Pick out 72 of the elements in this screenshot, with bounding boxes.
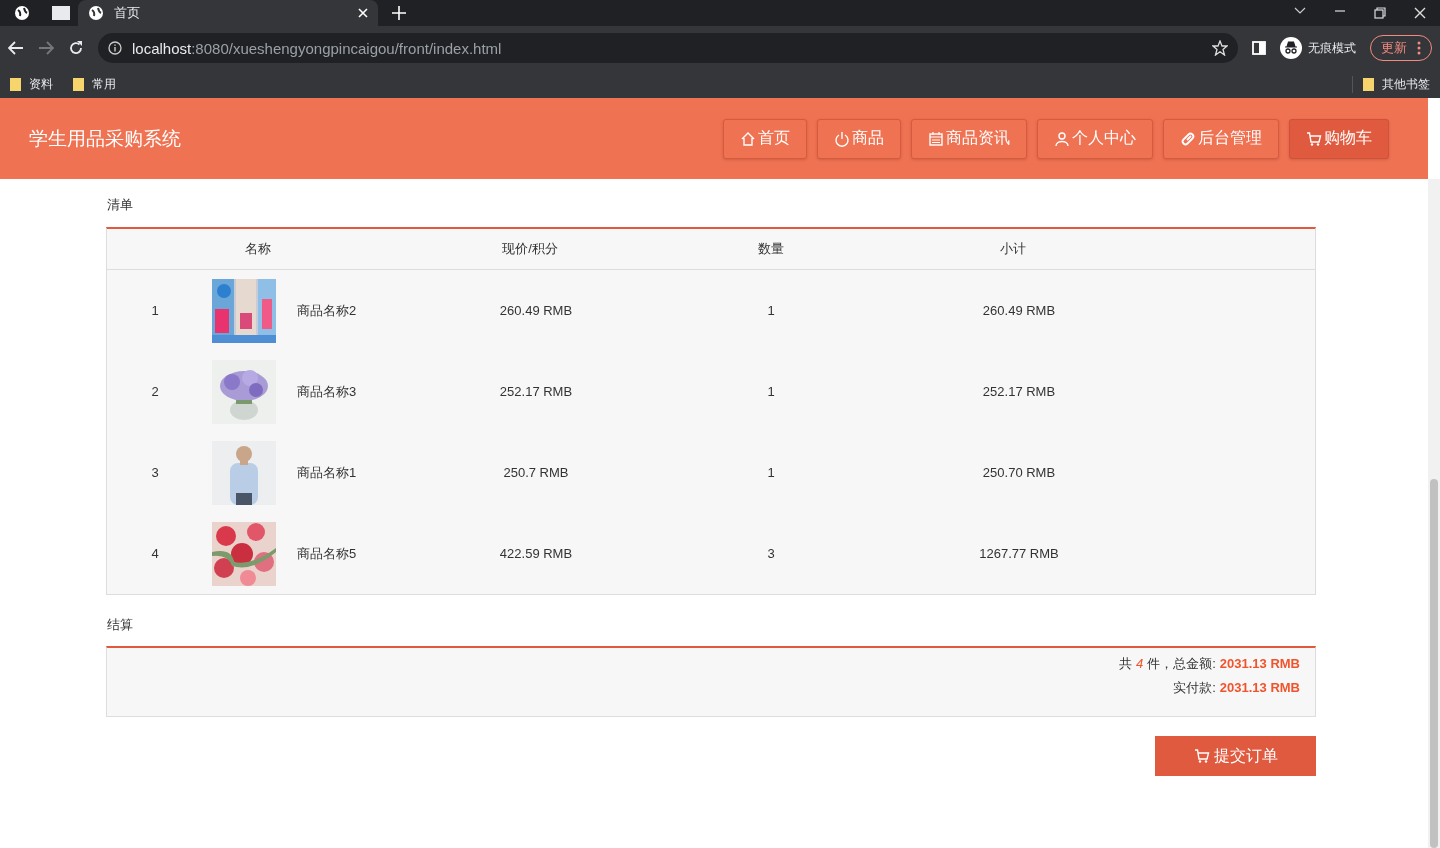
address-bar[interactable]: localhost:8080/xueshengyongpincaigou/front/index.html <box>98 33 1238 63</box>
folder-icon <box>73 77 84 91</box>
info-icon <box>108 41 122 55</box>
table-cell: 1 <box>151 303 159 318</box>
product-name: 商品名称1 <box>297 463 357 482</box>
table-cell: 250.70 RMB <box>982 465 1056 480</box>
table-cell: 1 <box>767 384 775 399</box>
table-cell: 3 <box>767 546 775 561</box>
chevron-icon[interactable] <box>1294 7 1306 15</box>
home-icon <box>740 130 756 147</box>
forward-icon[interactable] <box>38 41 54 55</box>
nav-button[interactable]: 购物车 <box>1289 118 1389 159</box>
section-title: 清单 <box>106 196 134 214</box>
tab-title: 首页 <box>114 4 141 22</box>
table-cell: 1 <box>767 465 775 480</box>
submit-order-button[interactable]: 提交订单 <box>1155 736 1316 776</box>
total-amount: 2031.13 RMB <box>1219 656 1300 671</box>
column-header: 小计 <box>1000 240 1026 258</box>
table-cell: 1267.77 RMB <box>979 546 1059 561</box>
link-icon <box>1180 130 1196 147</box>
column-header: 名称 <box>245 240 271 258</box>
product-name: 商品名称5 <box>297 544 357 563</box>
folder-icon <box>10 77 21 91</box>
nav-button[interactable]: 个人中心 <box>1037 118 1153 159</box>
table-cell: 250.7 RMB <box>503 465 569 480</box>
table-cell: 1 <box>767 303 775 318</box>
paid-label: 实付款: <box>1173 679 1216 697</box>
new-tab-icon[interactable] <box>392 6 406 20</box>
bookmark[interactable]: 常用 <box>92 75 116 93</box>
globe-icon <box>88 5 104 21</box>
globe-icon[interactable] <box>14 5 30 21</box>
item-count: 共 4 件，总金额: <box>1118 655 1216 673</box>
site-title: 学生用品采购系统 <box>29 126 182 151</box>
table-cell: 260.49 RMB <box>499 303 573 318</box>
product-name: 商品名称3 <box>297 382 357 401</box>
url-text: localhost:8080/xueshengyongpincaigou/front/index.html <box>132 39 503 57</box>
section-title: 结算 <box>106 616 134 634</box>
incognito-icon[interactable] <box>1280 37 1302 59</box>
scrollbar[interactable] <box>1428 179 1440 848</box>
table-cell: 260.49 RMB <box>982 303 1056 318</box>
table-cell: 3 <box>151 465 159 480</box>
user-icon <box>1054 130 1070 147</box>
calendar-icon <box>928 130 944 147</box>
bookmark[interactable]: 其他书签 <box>1382 75 1430 93</box>
table-cell: 4 <box>151 546 159 561</box>
table-cell: 2 <box>151 384 159 399</box>
table-cell: 252.17 RMB <box>499 384 573 399</box>
column-header: 数量 <box>758 240 784 258</box>
nav-button[interactable]: 首页 <box>723 118 807 159</box>
nav-button[interactable]: 商品资讯 <box>911 118 1027 159</box>
profile-label: 无痕模式 <box>1308 39 1356 57</box>
folder-icon <box>1363 77 1374 91</box>
cart-icon <box>1193 748 1210 764</box>
browser-tab[interactable]: 首页 <box>78 0 378 26</box>
table-cell: 252.17 RMB <box>982 384 1056 399</box>
cart-icon <box>1306 130 1322 147</box>
product-name: 商品名称2 <box>297 301 357 320</box>
bookmark[interactable]: 资料 <box>29 75 53 93</box>
more-icon <box>1417 41 1421 55</box>
close-icon[interactable] <box>1414 7 1426 19</box>
side-panel-icon[interactable] <box>1252 41 1266 55</box>
star-icon[interactable] <box>1212 40 1228 56</box>
table-cell: 422.59 RMB <box>499 546 573 561</box>
minimize-icon[interactable] <box>1334 7 1346 15</box>
column-header: 现价/积分 <box>502 240 558 258</box>
power-icon <box>834 130 850 147</box>
nav-button[interactable]: 商品 <box>817 118 901 159</box>
paid-amount: 2031.13 RMB <box>1219 680 1300 695</box>
back-icon[interactable] <box>8 41 24 55</box>
reload-icon[interactable] <box>68 40 84 56</box>
nav-button[interactable]: 后台管理 <box>1163 118 1279 159</box>
restore-icon[interactable] <box>1374 7 1386 19</box>
